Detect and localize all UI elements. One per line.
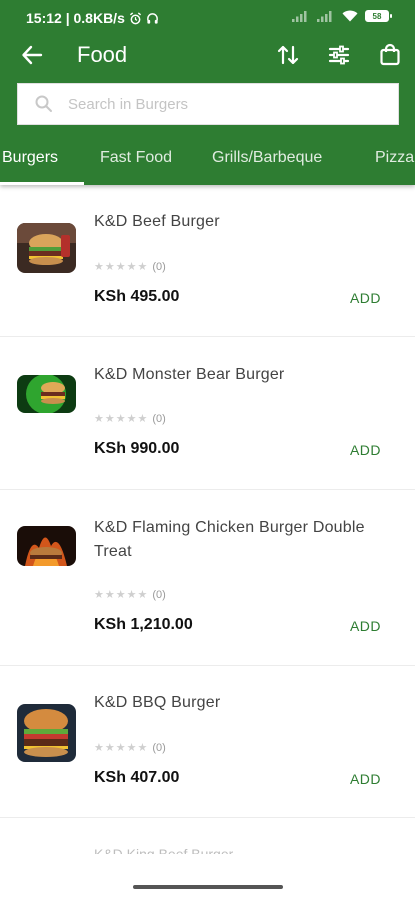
product-price: KSh 1,210.00	[94, 616, 193, 633]
rating-count: (0)	[152, 260, 166, 273]
status-time: 15:12 | 0.8KB/s	[26, 10, 125, 26]
product-item[interactable]: K&D Flaming Chicken Burger Double Treat …	[0, 490, 415, 666]
home-indicator[interactable]	[133, 885, 283, 889]
product-price: KSh 495.00	[94, 288, 180, 305]
product-rating: ★★★★★ (0)	[94, 412, 166, 426]
product-name: K&D BBQ Burger	[94, 694, 221, 711]
battery-icon: 58	[365, 10, 392, 22]
rating-count: (0)	[152, 588, 166, 601]
rating-stars: ★★★★★	[94, 589, 149, 601]
sort-button[interactable]	[274, 41, 302, 69]
product-rating: ★★★★★ (0)	[94, 741, 166, 755]
status-bar: 15:12 | 0.8KB/s 58	[0, 0, 415, 36]
product-image	[17, 375, 76, 413]
tab-pizza[interactable]: Pizza	[375, 149, 414, 167]
tab-burgers[interactable]: Burgers	[2, 149, 58, 167]
product-image	[17, 526, 76, 566]
partial-product-name: K&D King Beef Burger	[94, 846, 234, 854]
burger-image	[17, 704, 76, 762]
burger-image	[17, 375, 76, 413]
sort-arrows-icon	[277, 45, 299, 65]
search-bar[interactable]	[17, 83, 399, 125]
add-button[interactable]: ADD	[350, 618, 381, 634]
product-image	[17, 223, 76, 273]
filter-button[interactable]	[325, 41, 353, 69]
signal-icon	[292, 11, 307, 22]
app-bar: Food	[0, 36, 415, 76]
search-icon	[35, 95, 52, 112]
wifi-icon	[342, 10, 358, 22]
arrow-left-icon	[22, 45, 43, 65]
add-button[interactable]: ADD	[350, 290, 381, 306]
tab-grills-barbeque[interactable]: Grills/Barbeque	[212, 149, 322, 167]
product-rating: ★★★★★ (0)	[94, 260, 166, 274]
product-image	[17, 704, 76, 762]
product-list: K&D Beef Burger ★★★★★ (0) KSh 495.00 ADD…	[0, 185, 415, 818]
product-name: K&D Flaming Chicken Burger Double Treat	[94, 519, 365, 560]
rating-count: (0)	[152, 412, 166, 425]
shopping-bag-icon	[380, 43, 400, 66]
add-button[interactable]: ADD	[350, 442, 381, 458]
product-price: KSh 407.00	[94, 769, 180, 786]
page-title: Food	[77, 42, 128, 67]
alarm-icon	[129, 11, 141, 24]
product-price: KSh 990.00	[94, 440, 180, 457]
rating-count: (0)	[152, 741, 166, 754]
cart-button[interactable]	[376, 41, 404, 69]
back-button[interactable]	[18, 41, 46, 69]
add-button[interactable]: ADD	[350, 771, 381, 787]
product-rating: ★★★★★ (0)	[94, 588, 166, 602]
rating-stars: ★★★★★	[94, 261, 149, 273]
rating-stars: ★★★★★	[94, 742, 149, 754]
product-name: K&D Beef Burger	[94, 213, 220, 230]
product-item[interactable]: K&D Monster Bear Burger ★★★★★ (0) KSh 99…	[0, 337, 415, 490]
headphones-icon	[146, 12, 158, 24]
product-item[interactable]: K&D Beef Burger ★★★★★ (0) KSh 495.00 ADD	[0, 185, 415, 337]
category-tabs: Burgers Fast Food Grills/Barbeque Pizza	[0, 136, 415, 185]
app-header: 15:12 | 0.8KB/s 58 Food Search in Burger…	[0, 0, 415, 185]
product-item[interactable]: K&D BBQ Burger ★★★★★ (0) KSh 407.00 ADD	[0, 666, 415, 818]
product-name: K&D Monster Bear Burger	[94, 366, 285, 383]
burger-image	[17, 223, 76, 273]
rating-stars: ★★★★★	[94, 413, 149, 425]
search-input[interactable]	[68, 95, 368, 113]
tab-fast-food[interactable]: Fast Food	[100, 149, 172, 167]
signal-icon-2	[317, 11, 332, 22]
burger-image	[17, 526, 76, 566]
sliders-icon	[328, 45, 350, 65]
